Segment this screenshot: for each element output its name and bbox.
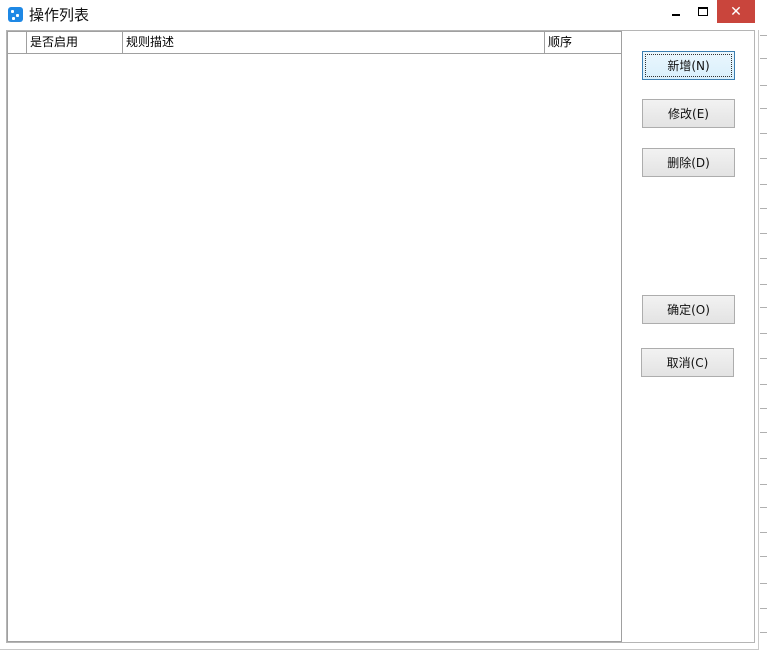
window-title: 操作列表 [29,6,90,24]
edge-tick [760,333,767,334]
edge-tick [760,408,767,409]
delete-button-label: 删除(D) [667,156,710,170]
edge-tick [760,307,767,308]
delete-button[interactable]: 删除(D) [642,148,735,177]
column-header-enabled[interactable]: 是否启用 [27,32,123,53]
column-header-rule-description[interactable]: 规则描述 [123,32,545,53]
maximize-icon [698,7,708,16]
app-icon [8,7,23,22]
edge-tick [760,632,767,633]
edge-tick [760,133,767,134]
focus-indicator [645,54,732,77]
add-button[interactable]: 新增(N) [642,51,735,80]
edge-tick [760,233,767,234]
ok-button[interactable]: 确定(O) [642,295,735,324]
edge-tick [760,108,767,109]
edge-tick [760,556,767,557]
edge-tick [760,258,767,259]
background-window-edge [760,0,767,652]
edge-tick [760,432,767,433]
rules-grid[interactable]: 是否启用 规则描述 顺序 [7,31,622,642]
edge-tick [760,58,767,59]
button-panel: 新增(N) 修改(E) 删除(D) 确定(O) 取消(C) [622,31,754,642]
close-icon: ✕ [730,3,742,20]
close-button[interactable]: ✕ [717,0,755,23]
minimize-button[interactable] [664,0,688,23]
operation-list-window: 操作列表 ✕ 是否启用 规则描述 顺序 新增(N) 修改(E) 删除(D) 确定… [0,0,759,650]
edit-button[interactable]: 修改(E) [642,99,735,128]
edge-tick [760,484,767,485]
edge-tick [760,384,767,385]
ok-button-label: 确定(O) [667,303,710,317]
edge-tick [760,208,767,209]
edge-tick [760,158,767,159]
column-header-row-selector[interactable] [8,32,27,53]
grid-header: 是否启用 规则描述 顺序 [8,32,621,54]
maximize-button[interactable] [690,0,716,23]
title-bar[interactable]: 操作列表 ✕ [0,0,759,30]
edge-tick [760,458,767,459]
grid-body[interactable] [8,54,621,641]
edge-tick [760,35,767,36]
minimize-icon [672,13,680,16]
edge-tick [760,184,767,185]
edge-tick [760,583,767,584]
edge-tick [760,85,767,86]
edge-tick [760,532,767,533]
cancel-button[interactable]: 取消(C) [641,348,734,377]
edge-tick [760,507,767,508]
edge-tick [760,608,767,609]
edge-tick [760,358,767,359]
edit-button-label: 修改(E) [668,107,709,121]
cancel-button-label: 取消(C) [666,356,709,370]
column-header-order[interactable]: 顺序 [545,32,621,53]
edge-tick [760,284,767,285]
